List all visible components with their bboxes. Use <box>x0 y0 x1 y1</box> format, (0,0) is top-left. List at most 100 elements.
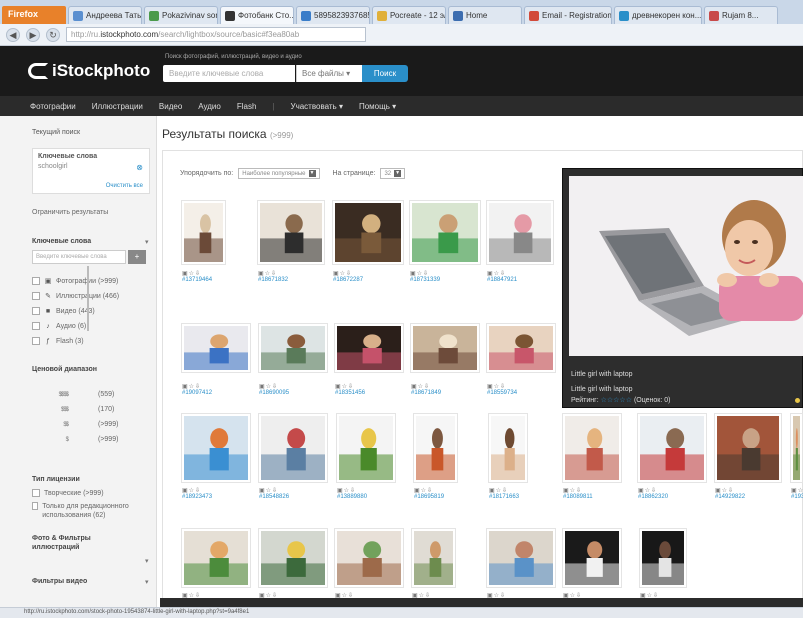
thumbnail-action-icons[interactable]: ▣☆⇩ <box>791 487 803 494</box>
file-id-link[interactable]: #13889880 <box>337 494 367 500</box>
nav-flash[interactable]: Flash <box>237 102 257 111</box>
thumbnail-action-icons[interactable]: ▣☆⇩ <box>182 383 212 390</box>
thumbnail-action-icons[interactable]: ▣☆⇩ <box>337 487 367 494</box>
site-logo[interactable]: iStockphoto <box>28 61 150 81</box>
file-id-link[interactable]: #19301230 <box>791 494 803 500</box>
checkbox[interactable] <box>32 307 40 315</box>
thumbnail-meta[interactable]: ▣☆⇩#19301230 <box>791 487 803 500</box>
file-id-link[interactable]: #18089811 <box>563 494 593 500</box>
file-id-link[interactable]: #18171663 <box>489 494 519 500</box>
file-id-link[interactable]: #18847921 <box>487 277 517 283</box>
thumbnail-meta[interactable]: ▣☆⇩ #18671832 <box>258 270 288 283</box>
chevron-down-icon[interactable]: ▾ <box>145 557 149 565</box>
sort-select[interactable]: Наиболее популярные ▼ <box>238 168 320 179</box>
browser-tab[interactable]: Роcreate - 12 элем... <box>372 6 446 24</box>
filter-license-creative[interactable]: Творческие (>999) <box>32 489 104 497</box>
firefox-menu-button[interactable]: Firefox <box>2 6 66 24</box>
thumbnail-action-icons[interactable]: ▣☆⇩ <box>715 487 745 494</box>
nav-help[interactable]: Помощь ▾ <box>359 102 396 111</box>
file-id-link[interactable]: #18695819 <box>414 494 444 500</box>
thumbnail-meta[interactable]: ▣☆⇩ #18671849 <box>411 383 441 396</box>
nav-audio[interactable]: Аудио <box>198 102 221 111</box>
photo-filters-heading[interactable]: Фото & Фильтры иллюстраций <box>32 534 122 552</box>
file-id-link[interactable]: #18690095 <box>259 390 289 396</box>
thumbnail-action-icons[interactable]: ▣☆⇩ <box>489 487 519 494</box>
browser-tab[interactable]: Андреева Татьяна... <box>68 6 142 24</box>
remove-keyword-icon[interactable]: ⊗ <box>136 163 143 172</box>
thumbnail-meta[interactable]: ▣☆⇩ #18089811 <box>563 487 593 500</box>
result-thumbnail[interactable] <box>334 528 404 588</box>
thumbnail-meta[interactable]: ▣☆⇩ #13889880 <box>337 487 367 500</box>
thumbnail-action-icons[interactable]: ▣☆⇩ <box>259 383 289 390</box>
thumbnail-meta[interactable]: ▣☆⇩ #18690095 <box>259 383 289 396</box>
thumbnail-action-icons[interactable]: ▣☆⇩ <box>410 270 440 277</box>
thumbnail-meta[interactable]: ▣☆⇩ #19097412 <box>182 383 212 396</box>
file-id-link[interactable]: #13719464 <box>182 277 212 283</box>
file-id-link[interactable]: #18672287 <box>333 277 363 283</box>
price-level[interactable]: $ (>999) <box>40 436 119 443</box>
filter-type-photos[interactable]: ▣ Фотографии (>999) <box>32 277 118 285</box>
thumbnail-meta[interactable]: ▣☆⇩ #18559734 <box>487 383 517 396</box>
file-id-link[interactable]: #14929822 <box>715 494 745 500</box>
browser-tab[interactable]: Pokazivinav somali... <box>144 6 218 24</box>
keyword-filter-button[interactable]: + <box>128 250 146 264</box>
result-thumbnail[interactable] <box>336 413 396 483</box>
thumbnail-action-icons[interactable]: ▣☆⇩ <box>411 383 441 390</box>
result-thumbnail[interactable] <box>258 528 328 588</box>
result-thumbnail[interactable] <box>562 413 622 483</box>
result-thumbnail[interactable] <box>562 528 622 588</box>
result-thumbnail[interactable] <box>257 200 325 265</box>
thumbnail-action-icons[interactable]: ▣☆⇩ <box>182 487 212 494</box>
result-thumbnail[interactable] <box>488 413 528 483</box>
filter-type-illustrations[interactable]: ✎ Иллюстрации (466) <box>32 292 119 300</box>
thumbnail-meta[interactable]: ▣☆⇩ #13719464 <box>182 270 212 283</box>
per-page-select[interactable]: 32 ▼ <box>380 168 406 179</box>
result-thumbnail[interactable] <box>410 323 480 373</box>
result-thumbnail[interactable] <box>411 528 456 588</box>
nav-participate[interactable]: Участвовать ▾ <box>290 102 342 111</box>
chevron-down-icon[interactable]: ▾ <box>145 578 149 586</box>
result-thumbnail[interactable] <box>332 200 404 265</box>
file-id-link[interactable]: #18351456 <box>335 390 365 396</box>
checkbox[interactable] <box>32 337 40 345</box>
result-thumbnail[interactable] <box>790 413 803 483</box>
browser-tab[interactable]: древнекорен кон... <box>614 6 702 24</box>
browser-tab[interactable]: 5895823937685... <box>296 6 370 24</box>
search-scope-select[interactable]: Все файлы ▾ <box>296 65 362 82</box>
reload-icon[interactable]: ↻ <box>46 27 60 42</box>
filter-license-editorial[interactable]: Только для редакционного использования (… <box>32 502 150 520</box>
browser-tab-active[interactable]: Фотобанк Сто... <box>220 6 294 24</box>
filter-type-video[interactable]: ■ Видео (443) <box>32 307 95 315</box>
result-thumbnail[interactable] <box>413 413 458 483</box>
result-thumbnail[interactable] <box>258 323 328 373</box>
image-preview-popup[interactable]: Little girl with laptop Little girl with… <box>562 168 803 408</box>
thumbnail-action-icons[interactable]: ▣☆⇩ <box>258 270 288 277</box>
thumbnail-meta[interactable]: ▣☆⇩ #18171663 <box>489 487 519 500</box>
thumbnail-action-icons[interactable]: ▣☆⇩ <box>487 270 517 277</box>
price-slider-track[interactable] <box>87 266 89 331</box>
checkbox[interactable] <box>32 489 40 497</box>
price-level[interactable]: $$$$ (559) <box>40 391 115 398</box>
nav-illustrations[interactable]: Иллюстрации <box>92 102 143 111</box>
thumbnail-action-icons[interactable]: ▣☆⇩ <box>182 270 212 277</box>
thumbnail-action-icons[interactable]: ▣☆⇩ <box>638 487 668 494</box>
thumbnail-meta[interactable]: ▣☆⇩ #18672287 <box>333 270 363 283</box>
thumbnail-meta[interactable]: ▣☆⇩ #18862320 <box>638 487 668 500</box>
search-input[interactable]: Введите ключевые слова <box>163 65 295 82</box>
thumbnail-meta[interactable]: ▣☆⇩ #18731339 <box>410 270 440 283</box>
forward-arrow-icon[interactable]: ▶ <box>26 27 40 42</box>
result-thumbnail[interactable] <box>181 200 226 265</box>
result-thumbnail[interactable] <box>181 413 251 483</box>
keyword-filter-input[interactable]: Введите ключевые слова <box>32 250 126 264</box>
search-button[interactable]: Поиск <box>362 65 408 82</box>
thumbnail-meta[interactable]: ▣☆⇩ #14929822 <box>715 487 745 500</box>
browser-tab[interactable]: Rujam 8... <box>704 6 778 24</box>
video-filters-heading[interactable]: Фильтры видео <box>32 578 87 585</box>
filter-type-flash[interactable]: ƒ Flash (3) <box>32 337 84 345</box>
filter-type-audio[interactable]: ♪ Аудио (6) <box>32 322 86 330</box>
price-level[interactable]: $$ (>999) <box>40 421 118 428</box>
thumbnail-action-icons[interactable]: ▣☆⇩ <box>487 383 517 390</box>
file-id-link[interactable]: #19097412 <box>182 390 212 396</box>
checkbox[interactable] <box>32 502 39 510</box>
result-thumbnail[interactable] <box>714 413 782 483</box>
